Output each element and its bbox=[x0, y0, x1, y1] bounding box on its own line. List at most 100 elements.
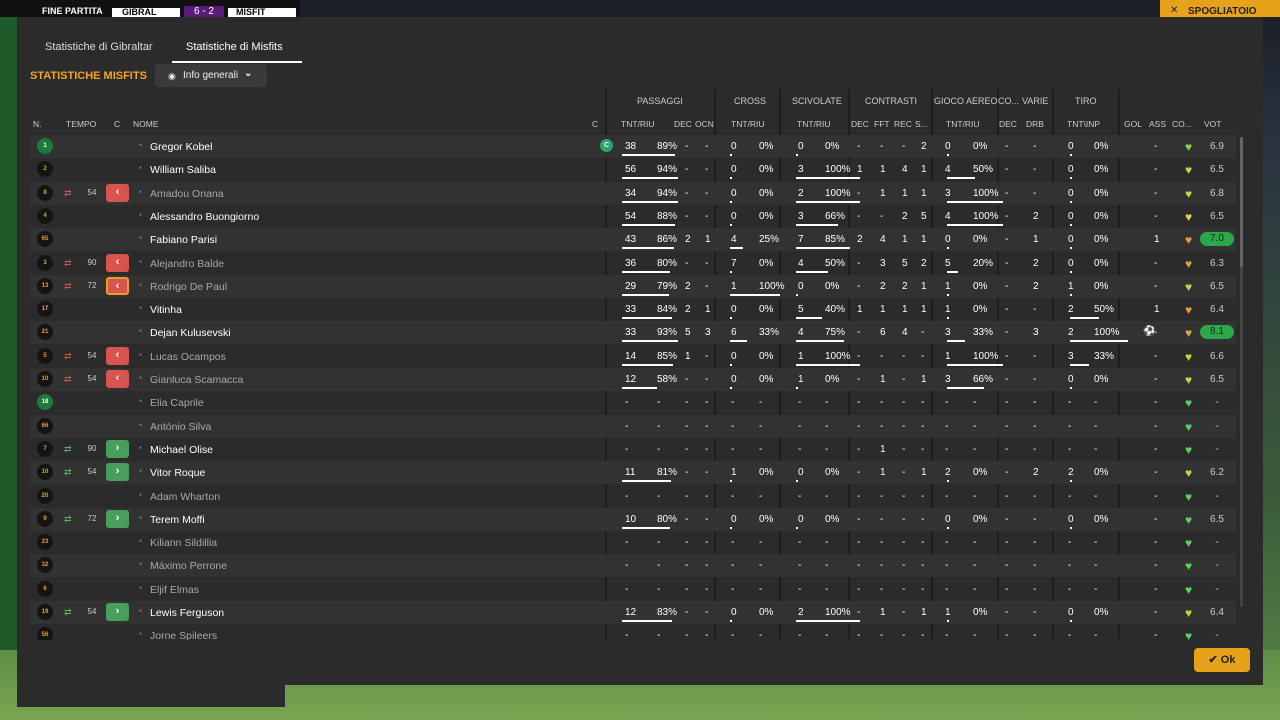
table-row[interactable]: 21 ◔ Dejan Kulusevski 33 93% 5 3 6 33% 4 75% -6 4-3 3… bbox=[30, 321, 1236, 345]
col-header-vot[interactable]: VOT bbox=[1204, 119, 1221, 129]
col-header-captain[interactable]: C bbox=[592, 119, 598, 129]
table-row[interactable]: 56 ◔ Jorne Spileers - - - - - - - - - - - - - - - - - - - ♥ - bbox=[30, 624, 1236, 640]
stats-panel: Statistiche di Gibraltar Statistiche di … bbox=[17, 17, 1263, 685]
player-name[interactable]: Vitor Roque bbox=[150, 467, 205, 479]
player-name[interactable]: Jorne Spileers bbox=[150, 630, 217, 640]
player-name[interactable]: Alejandro Balde bbox=[150, 258, 224, 270]
table-row[interactable]: 17 ◔ Vitinha 33 84% 2 1 0 0% 5 40% 1 1 1 1 1 0% - - 2 50% 1 ♥ 6… bbox=[30, 298, 1236, 321]
col-header-co-condition[interactable]: CO... bbox=[1172, 119, 1192, 129]
col-header-number[interactable]: N. bbox=[33, 119, 42, 129]
player-name[interactable]: Gianluca Scamacca bbox=[150, 374, 243, 386]
score: 6 - 2 bbox=[184, 6, 224, 17]
stat-a-t: 1 bbox=[945, 607, 951, 618]
table-row[interactable]: 8 ⇄ 54 ‹ ◔ Amadou Onana 34 94% - -0 0% 2 100% -1 1 1 3 10… bbox=[30, 181, 1236, 205]
table-row[interactable]: 13 ⇄ 72 ‹ ◔ Rodrigo De Paul 29 79% 2 - 1 100% 0 0% - 2 2… bbox=[30, 274, 1236, 298]
player-name[interactable]: Gregor Kobel bbox=[150, 141, 212, 153]
player-name[interactable]: Amadou Onana bbox=[150, 188, 224, 200]
player-name[interactable]: Máximo Perrone bbox=[150, 560, 227, 572]
table-row[interactable]: 5 ⇄ 54 ‹ ◔ Lucas Ocampos 14 85% 1-0 0% 1 100% - - - -1 1… bbox=[30, 345, 1236, 368]
player-name[interactable]: Adam Wharton bbox=[150, 491, 220, 503]
stat-t-t: 1 bbox=[1068, 280, 1074, 292]
col-header-nome[interactable]: NOME bbox=[133, 119, 159, 129]
col-header-cross-tnt[interactable]: TNT/RIU bbox=[731, 119, 765, 129]
stat-p-dec: - bbox=[685, 187, 689, 199]
stat-a-t: 3 bbox=[945, 327, 951, 339]
player-name[interactable]: Alessandro Buongiorno bbox=[150, 211, 259, 223]
shirt-number: 2 bbox=[37, 161, 53, 178]
player-name[interactable]: Eljif Elmas bbox=[150, 584, 199, 596]
close-icon[interactable]: ✕ bbox=[1170, 5, 1178, 16]
percentage-bar bbox=[622, 317, 673, 320]
player-name[interactable]: Kiliann Sildillia bbox=[150, 537, 217, 549]
condition-heart-icon: ♥ bbox=[1185, 233, 1193, 248]
tab-gibraltar-stats[interactable]: Statistiche di Gibraltar bbox=[45, 41, 153, 53]
table-row[interactable]: 1 ◔ Gregor Kobel C 38 89% - -0 0% 0 0% - - -2 0 0% - -0 0%… bbox=[30, 135, 1236, 158]
view-dropdown[interactable]: ◉ Info generali ⌄ bbox=[155, 64, 267, 87]
stat-sc-p: - bbox=[825, 560, 829, 572]
stat-c4: - bbox=[921, 490, 925, 502]
player-name[interactable]: António Silva bbox=[150, 421, 211, 433]
percentage-bar bbox=[796, 154, 798, 156]
stat-p-t: 11 bbox=[625, 467, 636, 479]
col-header-con-rec[interactable]: REC bbox=[894, 119, 912, 129]
col-header-con-s[interactable]: S... bbox=[915, 119, 928, 129]
player-name[interactable]: Lucas Ocampos bbox=[150, 351, 226, 363]
col-header-tempo[interactable]: TEMPO bbox=[66, 119, 96, 129]
player-name[interactable]: Elia Caprile bbox=[150, 397, 204, 409]
col-header-sciv-tnt[interactable]: TNT/RIU bbox=[797, 119, 831, 129]
stat-co: - bbox=[1005, 537, 1009, 549]
stat-c1: - bbox=[857, 630, 861, 640]
player-name[interactable]: Terem Moffi bbox=[150, 514, 205, 526]
percentage-bar bbox=[730, 200, 732, 203]
table-row[interactable]: 19 ⇄ 54 › ◔ Lewis Ferguson 12 83% - -0 0% 2 100% -1-1… bbox=[30, 601, 1236, 624]
player-name[interactable]: Dejan Kulusevski bbox=[150, 327, 231, 339]
table-row[interactable]: 23 ◔ Kiliann Sildillia - - - - - - - - - - - - - - - - - - - ♥… bbox=[30, 531, 1236, 554]
stat-c1: - bbox=[857, 397, 861, 409]
table-row[interactable]: 9 ⇄ 72 › ◔ Terem Moffi 10 80% - -0 0% 0 0% - - - -0 0% - -0… bbox=[30, 507, 1236, 531]
table-row[interactable]: 32 ◔ Máximo Perrone - - - - - - - - - - - - - - - - - - - ♥ - bbox=[30, 554, 1236, 578]
stat-c2: 1 bbox=[880, 443, 886, 455]
col-header-pass-dec[interactable]: DEC bbox=[674, 119, 692, 129]
col-header-ass[interactable]: ASS bbox=[1149, 119, 1166, 129]
col-header-pass-tnt[interactable]: TNT/RIU bbox=[621, 119, 655, 129]
scrollbar-thumb[interactable] bbox=[1240, 137, 1243, 267]
stat-t-t: 0 bbox=[1068, 187, 1074, 199]
stat-co: - bbox=[1005, 327, 1009, 339]
table-row[interactable]: 2 ◔ William Saliba 56 94% - -0 0% 3 100% 1 1 4 1 4 50% -… bbox=[30, 158, 1236, 181]
stat-p-ocn: - bbox=[705, 420, 709, 432]
table-row[interactable]: 6 ◔ Eljif Elmas - - - - - - - - - - - - - - - - - - - ♥ - bbox=[30, 578, 1236, 601]
table-row[interactable]: 20 ◔ Adam Wharton - - - - - - - - - - - - - - - - - - - ♥ - bbox=[30, 485, 1236, 508]
table-row[interactable]: 10 ⇄ 54 › ◔ Vitor Roque 11 81% - -1 0% 0 0% -1-1 2 0% -2… bbox=[30, 461, 1236, 485]
col-header-aereo-tnt[interactable]: TNT/RIU bbox=[946, 119, 980, 129]
col-header-tiro-tnt[interactable]: TNT\INP bbox=[1067, 119, 1100, 129]
col-header-pass-ocn[interactable]: OCN bbox=[695, 119, 714, 129]
player-name[interactable]: Michael Olise bbox=[150, 444, 213, 456]
stat-cr-t: 0 bbox=[731, 607, 737, 618]
col-header-co-dec[interactable]: DEC bbox=[999, 119, 1017, 129]
ok-button[interactable]: ✔ Ok bbox=[1194, 648, 1250, 672]
col-header-c[interactable]: C bbox=[114, 119, 120, 129]
stat-c3: - bbox=[902, 420, 906, 432]
col-header-con-fft[interactable]: FFT bbox=[874, 119, 890, 129]
player-name[interactable]: William Saliba bbox=[150, 164, 216, 176]
stat-c2: - bbox=[880, 141, 884, 152]
stat-cr-t: - bbox=[731, 397, 735, 409]
table-row[interactable]: 7 ⇄ 90 › ◔ Michael Olise - - - - - - - - - 1 - - - - - - - - - ♥ - bbox=[30, 438, 1236, 461]
stat-a-p: - bbox=[973, 397, 977, 409]
table-row[interactable]: 65 ◔ Fabiano Parisi 43 86% 2 1 4 25% 7 85% 2 4 1 1 0 0% -… bbox=[30, 228, 1236, 252]
stat-c2: 1 bbox=[880, 304, 886, 316]
table-row[interactable]: 3 ⇄ 90 ‹ ◔ Alejandro Balde 36 80% - -7 0% 4 50% -3 5 2 5… bbox=[30, 252, 1236, 275]
table-row[interactable]: 10 ⇄ 54 ‹ ◔ Gianluca Scamacca 12 58% - -0 0% 1 0% -1-… bbox=[30, 368, 1236, 391]
player-name[interactable]: Vitinha bbox=[150, 304, 182, 316]
tab-misfits-stats[interactable]: Statistiche di Misfits bbox=[186, 41, 283, 53]
col-header-con-dec[interactable]: DEC bbox=[851, 119, 869, 129]
table-row[interactable]: 66 ◔ António Silva - - - - - - - - - - - - - - - - - - - ♥ - bbox=[30, 414, 1236, 438]
table-row[interactable]: 4 ◔ Alessandro Buongiorno 54 88% - -0 0% 3 66% - -2… bbox=[30, 205, 1236, 228]
player-name[interactable]: Lewis Ferguson bbox=[150, 607, 224, 619]
table-row[interactable]: 18 ◔ Elia Caprile - - - - - - - - - - - - - - - - - - - ♥ - bbox=[30, 391, 1236, 414]
col-header-gol[interactable]: GOL bbox=[1124, 119, 1142, 129]
player-name[interactable]: Fabiano Parisi bbox=[150, 234, 217, 246]
stat-a-t: - bbox=[945, 420, 949, 432]
player-name[interactable]: Rodrigo De Paul bbox=[150, 281, 227, 293]
col-header-drb[interactable]: DRB bbox=[1026, 119, 1044, 129]
